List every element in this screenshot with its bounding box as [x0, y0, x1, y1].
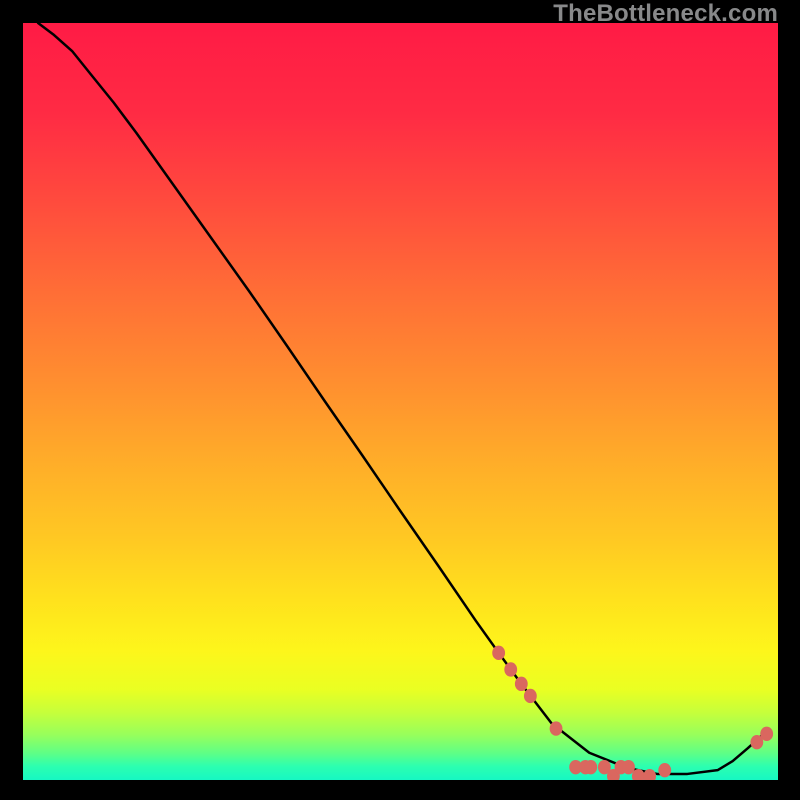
marker-dot	[658, 763, 671, 777]
marker-dot	[760, 727, 773, 741]
marker-dot	[515, 677, 528, 691]
marker-dot	[492, 646, 505, 660]
marker-group	[492, 646, 773, 780]
marker-dot	[504, 662, 517, 676]
marker-dot	[550, 721, 563, 735]
chart-overlay	[23, 23, 778, 780]
bottleneck-curve	[38, 23, 763, 774]
plot-area	[23, 23, 778, 780]
marker-dot	[524, 689, 537, 703]
chart-stage: TheBottleneck.com	[0, 0, 800, 800]
marker-dot	[584, 760, 597, 774]
marker-dot	[622, 760, 635, 774]
